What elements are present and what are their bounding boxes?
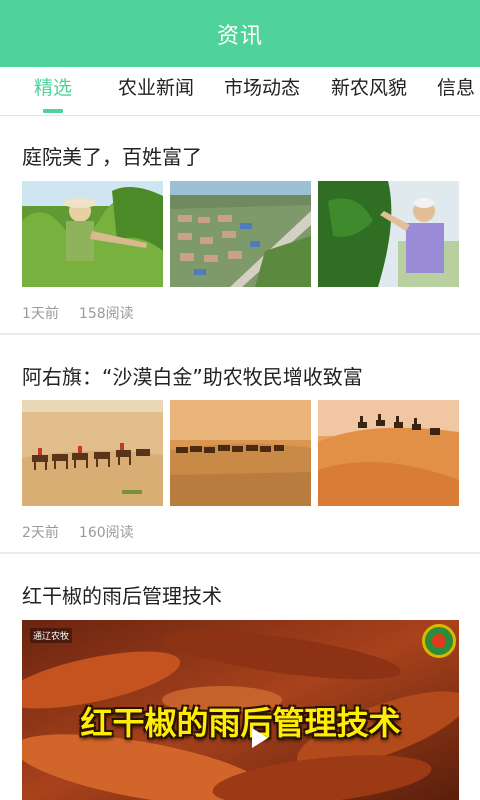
thumbnail-camel-herd[interactable] [170,400,311,506]
page-title: 资讯 [216,23,263,49]
tab-featured[interactable]: 精选 [34,67,72,115]
video-thumbnail[interactable]: 通辽农牧 红干椒的雨后管理技术 [22,620,459,800]
article-meta: 2天前 160阅读 [22,522,134,542]
publish-time: 2天前 [22,525,59,541]
tab-market[interactable]: 市场动态 [224,67,300,115]
article-title[interactable]: 庭院美了，百姓富了 [22,141,202,170]
thumbnail-camels-on-dune[interactable] [318,400,459,506]
category-tabs: 精选 农业新闻 市场动态 新农风貌 信息 [0,67,480,116]
thumbnail-camel-caravan[interactable] [22,400,163,506]
tab-agri-news[interactable]: 农业新闻 [118,67,194,115]
tab-rural-scene[interactable]: 新农风貌 [331,67,407,115]
publish-time: 1天前 [22,306,59,322]
divider [0,552,480,554]
thumbnail-row [22,400,459,506]
read-count: 158阅读 [78,306,134,322]
news-card[interactable]: 阿右旗：“沙漠白金”助农牧民增收致富 2天前 160阅读 [0,335,480,553]
thumbnail-elder-farmer[interactable] [318,181,459,287]
video-source-label: 通辽农牧 [30,628,73,643]
thumbnail-village[interactable] [170,181,311,287]
play-icon[interactable] [252,728,268,748]
tab-active-indicator [43,109,63,113]
tab-info[interactable]: 信息 [437,67,475,115]
article-meta: 1天前 158阅读 [22,303,134,323]
thumbnail-row [22,181,459,287]
app-header: 资讯 [0,0,480,67]
news-card[interactable]: 庭院美了，百姓富了 1天前 158阅读 [0,116,480,334]
channel-logo-icon [422,624,456,658]
article-title[interactable]: 红干椒的雨后管理技术 [22,580,222,609]
thumbnail-farmer[interactable] [22,181,163,287]
article-title[interactable]: 阿右旗：“沙漠白金”助农牧民增收致富 [22,361,363,390]
video-caption: 红干椒的雨后管理技术 [80,704,401,742]
read-count: 160阅读 [78,525,134,541]
